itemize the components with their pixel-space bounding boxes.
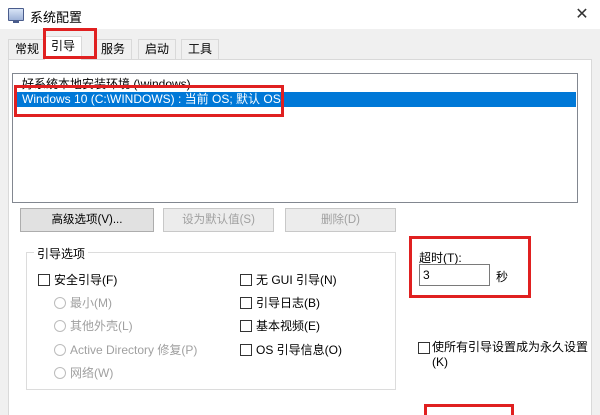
tab-startup[interactable]: 启动 xyxy=(138,39,177,59)
tab-tools[interactable]: 工具 xyxy=(181,39,220,59)
checkbox-box xyxy=(38,274,50,286)
no-gui-label: 无 GUI 引导(N) xyxy=(256,273,337,287)
radio-circle xyxy=(54,320,66,332)
network-radio[interactable]: 网络(W) xyxy=(54,366,113,382)
list-item[interactable]: 好系统本地安装环境 (\windows) xyxy=(14,77,576,92)
active-directory-label: Active Directory 修复(P) xyxy=(70,343,198,357)
safe-boot-checkbox[interactable]: 安全引导(F) xyxy=(38,273,117,289)
seconds-label: 秒 xyxy=(496,270,509,284)
radio-circle xyxy=(54,297,66,309)
close-icon[interactable]: ✕ xyxy=(564,0,600,30)
base-video-checkbox[interactable]: 基本视频(E) xyxy=(240,319,320,335)
checkbox-box xyxy=(240,344,252,356)
list-item-selected[interactable]: Windows 10 (C:\WINDOWS) : 当前 OS; 默认 OS xyxy=(14,92,576,107)
network-label: 网络(W) xyxy=(70,366,114,380)
boot-log-checkbox[interactable]: 引导日志(B) xyxy=(240,296,320,312)
boot-options-label: 引导选项 xyxy=(34,245,89,262)
boot-log-label: 引导日志(B) xyxy=(256,296,320,310)
minimal-radio[interactable]: 最小(M) xyxy=(54,296,112,312)
advanced-options-button[interactable]: 高级选项(V)... xyxy=(20,208,154,232)
alternate-shell-radio[interactable]: 其他外壳(L) xyxy=(54,319,133,335)
boot-entry-list[interactable]: 好系统本地安装环境 (\windows) Windows 10 (C:\WIND… xyxy=(12,73,578,203)
title-bar: 系统配置 ✕ xyxy=(0,0,600,30)
checkbox-box xyxy=(240,320,252,332)
permanent-settings-checkbox[interactable]: 使所有引导设置成为永久设置(K) xyxy=(418,340,588,370)
alternate-shell-label: 其他外壳(L) xyxy=(70,319,133,333)
no-gui-checkbox[interactable]: 无 GUI 引导(N) xyxy=(240,273,337,289)
checkbox-box xyxy=(240,297,252,309)
checkbox-box xyxy=(240,274,252,286)
timeout-input[interactable]: 3 xyxy=(419,264,490,286)
dialog-body: 常规 引导 服务 启动 工具 好系统本地安装环境 (\windows) Wind… xyxy=(0,30,600,415)
delete-button[interactable]: 删除(D) xyxy=(285,208,396,232)
minimal-label: 最小(M) xyxy=(70,296,112,310)
tab-services[interactable]: 服务 xyxy=(94,39,133,59)
active-directory-radio[interactable]: Active Directory 修复(P) xyxy=(54,343,197,359)
base-video-label: 基本视频(E) xyxy=(256,319,320,333)
radio-circle xyxy=(54,344,66,356)
radio-circle xyxy=(54,367,66,379)
checkbox-box xyxy=(418,342,430,354)
set-default-button[interactable]: 设为默认值(S) xyxy=(163,208,274,232)
safe-boot-label: 安全引导(F) xyxy=(54,273,118,287)
os-info-checkbox[interactable]: OS 引导信息(O) xyxy=(240,343,342,359)
system-config-icon xyxy=(8,8,24,23)
os-info-label: OS 引导信息(O) xyxy=(256,343,342,357)
tab-general[interactable]: 常规 xyxy=(8,39,47,59)
tab-boot[interactable]: 引导 xyxy=(44,36,83,60)
permanent-settings-label: 使所有引导设置成为永久设置(K) xyxy=(432,340,589,369)
window-title: 系统配置 xyxy=(30,10,83,25)
